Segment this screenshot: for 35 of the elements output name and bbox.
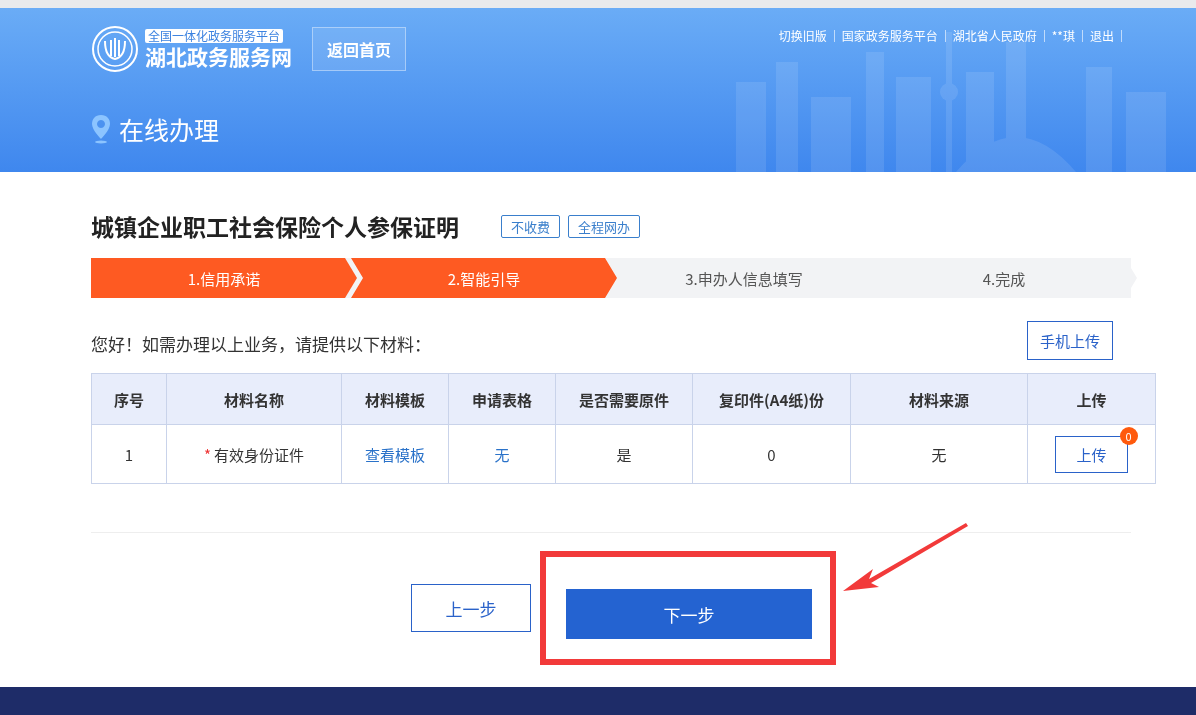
emblem-logo-icon bbox=[91, 25, 139, 73]
column-header: 申请表格 bbox=[448, 373, 556, 425]
column-header: 是否需要原件 bbox=[555, 373, 693, 425]
site-name: 湖北政务服务网 bbox=[145, 44, 292, 69]
top-link[interactable]: **琪 bbox=[1051, 27, 1075, 44]
column-header: 材料模板 bbox=[341, 373, 449, 425]
platform-tag: 全国一体化政务服务平台 bbox=[145, 29, 283, 44]
service-title: 城镇企业职工社会保险个人参保证明 bbox=[91, 209, 459, 243]
service-tag: 不收费 bbox=[501, 214, 560, 238]
location-pin-icon bbox=[91, 114, 111, 144]
service-tag: 全程网办 bbox=[568, 214, 641, 238]
top-link[interactable]: 国家政务服务平台 bbox=[841, 27, 938, 44]
table-link[interactable]: 无 bbox=[494, 443, 510, 465]
column-header: 复印件(A4纸)份 bbox=[692, 373, 851, 425]
table-cell: 是 bbox=[555, 424, 693, 484]
progress-step: 1.信用承诺 bbox=[91, 258, 357, 298]
column-header: 材料来源 bbox=[850, 373, 1028, 425]
previous-step-button[interactable]: 上一步 bbox=[411, 584, 531, 632]
column-header: 序号 bbox=[91, 373, 167, 425]
column-header: 材料名称 bbox=[166, 373, 342, 425]
progress-step: 2.智能引导 bbox=[351, 258, 617, 298]
top-link[interactable]: 湖北省人民政府 bbox=[952, 27, 1037, 44]
count-badge: 0 bbox=[1119, 426, 1138, 445]
table-cell: 有效身份证件 bbox=[214, 443, 304, 465]
top-link[interactable]: 切换旧版 bbox=[778, 27, 827, 44]
column-header: 上传 bbox=[1027, 373, 1156, 425]
mobile-upload-button[interactable]: 手机上传 bbox=[1027, 321, 1113, 360]
top-link[interactable]: 退出 bbox=[1090, 27, 1114, 44]
table-cell: 1 bbox=[91, 424, 167, 484]
instruction-text: 您好！如需办理以上业务，请提供以下材料： bbox=[91, 331, 431, 356]
next-step-button[interactable]: 下一步 bbox=[566, 589, 812, 639]
table-cell: 无 bbox=[850, 424, 1028, 484]
table-cell: 0 bbox=[692, 424, 851, 484]
page-title: 在线办理 bbox=[119, 111, 219, 147]
required-mark: * bbox=[204, 443, 211, 465]
